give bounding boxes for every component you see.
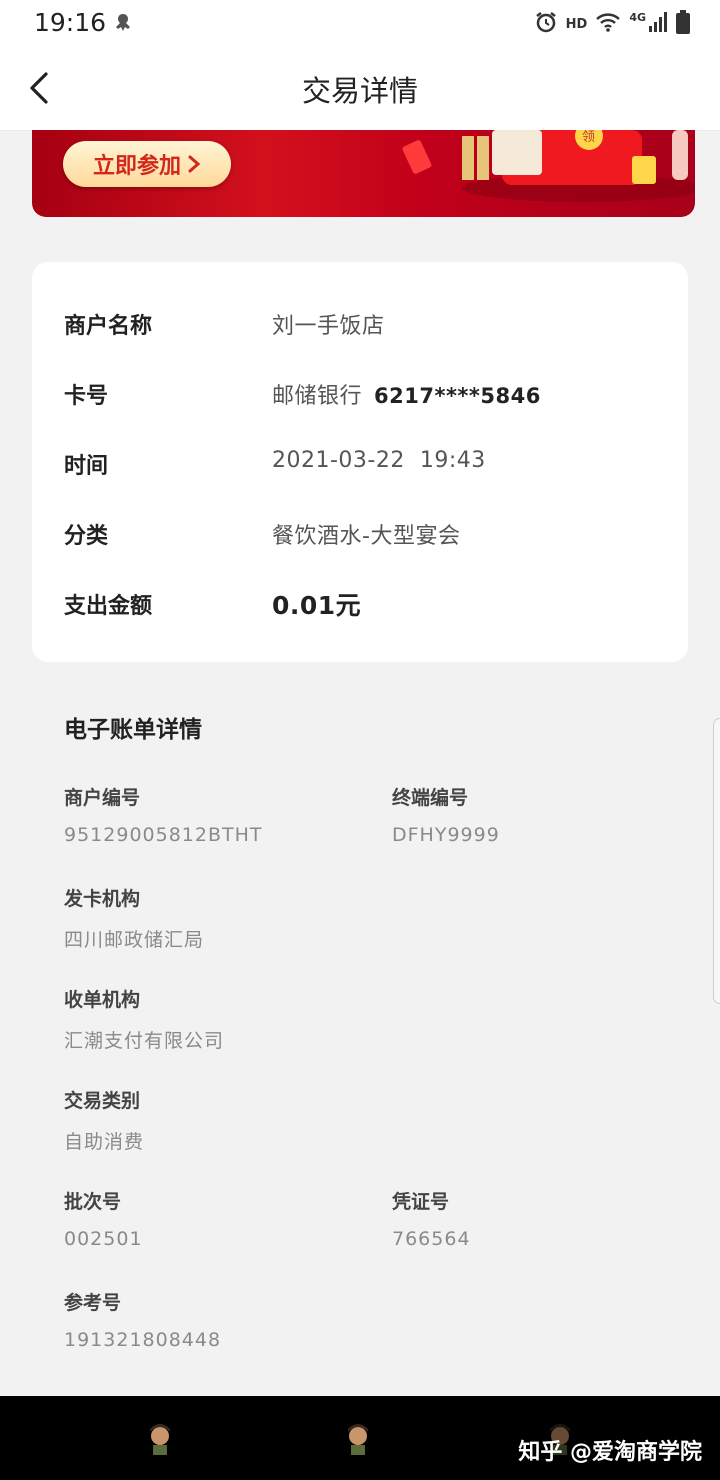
voucher-no-item: 凭证号 766564: [392, 1187, 471, 1250]
acquirer-value: 汇潮支付有限公司: [64, 1030, 225, 1052]
time-label: 时间: [64, 454, 109, 479]
merchant-no-value: 95129005812BTHT: [64, 824, 263, 846]
avatar-icon: [150, 1424, 170, 1455]
header: 交易详情: [0, 46, 720, 131]
terminal-no-value: DFHY9999: [392, 824, 500, 846]
transaction-card: 商户名称 刘一手饭店 卡号 邮储银行 6217****5846 时间 2021-0…: [32, 262, 688, 662]
card-number: 6217****5846: [374, 384, 541, 408]
join-now-button[interactable]: 立即参加: [63, 141, 231, 187]
bottom-bar: 知乎 @爱淘商学院: [0, 1396, 720, 1480]
merchant-no-label: 商户编号: [64, 787, 141, 809]
card-label: 卡号: [64, 384, 109, 409]
scrollbar[interactable]: [713, 718, 720, 1004]
terminal-no-label: 终端编号: [392, 787, 469, 809]
amount-row: 支出金额 0.01元: [64, 586, 668, 626]
issuer-value: 四川邮政储汇局: [64, 929, 205, 951]
envelope-text: 领: [582, 130, 595, 145]
txn-type-value: 自助消费: [64, 1131, 145, 1153]
terminal-no-item: 终端编号 DFHY9999: [392, 783, 500, 846]
acquirer-label: 收单机构: [64, 989, 141, 1011]
red-envelope-illustration: 领: [402, 130, 695, 202]
time-row: 时间 2021-03-22 19:43: [64, 448, 668, 488]
e-bill-title: 电子账单详情: [64, 717, 202, 743]
batch-no-label: 批次号: [64, 1191, 122, 1213]
hd-indicator: HD: [565, 16, 588, 32]
category-value: 餐饮酒水-大型宴会: [272, 524, 461, 549]
reference-no-item: 参考号 191321808448: [64, 1288, 221, 1351]
merchant-label: 商户名称: [64, 314, 153, 339]
issuer-label: 发卡机构: [64, 888, 141, 910]
chevron-right-icon: [188, 155, 201, 173]
voucher-no-label: 凭证号: [392, 1191, 450, 1213]
join-now-label: 立即参加: [92, 154, 181, 179]
batch-no-value: 002501: [64, 1228, 143, 1250]
merchant-no-item: 商户编号 95129005812BTHT: [64, 783, 263, 846]
avatar-icon: [348, 1424, 368, 1455]
promo-banner[interactable]: 立即参加 领: [32, 130, 695, 217]
alarm-icon: [534, 10, 558, 38]
txn-type-label: 交易类别: [64, 1090, 141, 1112]
reference-no-label: 参考号: [64, 1292, 122, 1314]
battery-icon: [676, 10, 690, 38]
acquirer-item: 收单机构 汇潮支付有限公司: [64, 985, 224, 1053]
issuer-item: 发卡机构 四川邮政储汇局: [64, 884, 204, 952]
batch-no-item: 批次号 002501: [64, 1187, 143, 1250]
status-bar: 19:16 HD 4G: [0, 0, 720, 46]
amount-label: 支出金额: [64, 594, 153, 619]
voucher-no-value: 766564: [392, 1228, 471, 1250]
network-type: 4G: [629, 10, 646, 24]
alien-icon: [112, 12, 134, 38]
wifi-icon: [595, 11, 621, 37]
txn-type-item: 交易类别 自助消费: [64, 1086, 144, 1154]
watermark: 知乎 @爱淘商学院: [518, 1440, 702, 1465]
merchant-row: 商户名称 刘一手饭店: [64, 308, 668, 348]
category-label: 分类: [64, 524, 109, 549]
signal-icon: [648, 11, 668, 37]
status-time: 19:16: [34, 8, 107, 37]
amount-value: 0.01元: [272, 591, 362, 620]
time-value: 2021-03-22 19:43: [272, 448, 486, 473]
page-title: 交易详情: [301, 74, 418, 108]
status-icons: HD 4G: [534, 10, 690, 38]
card-row: 卡号 邮储银行 6217****5846: [64, 378, 668, 418]
bank-name: 邮储银行: [272, 384, 363, 409]
merchant-value: 刘一手饭店: [272, 314, 385, 339]
reference-no-value: 191321808448: [64, 1329, 222, 1351]
card-value: 邮储银行 6217****5846: [272, 378, 541, 410]
category-row: 分类 餐饮酒水-大型宴会: [64, 518, 668, 558]
